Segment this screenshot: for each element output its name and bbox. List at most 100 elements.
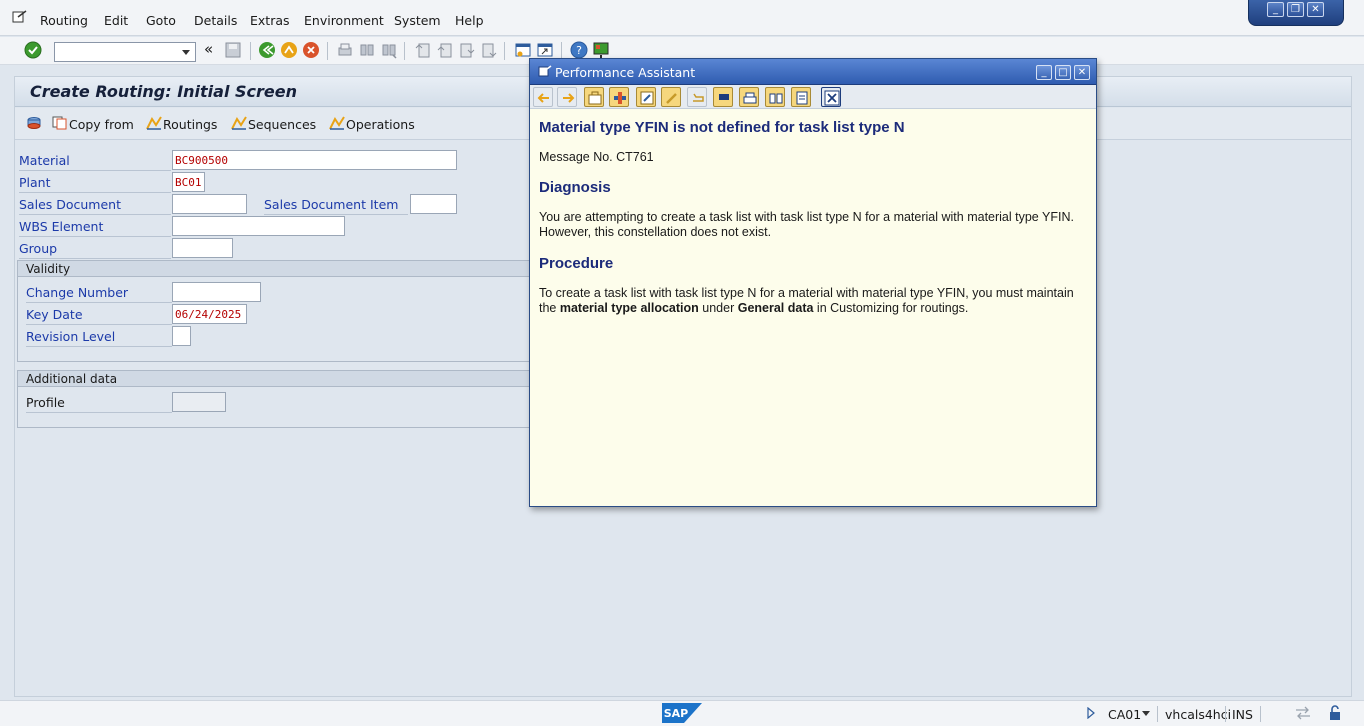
prev-page-icon[interactable] — [436, 41, 454, 59]
operation-icon[interactable] — [329, 116, 345, 130]
dialog-title-bar[interactable]: Performance Assistant _ □ ✕ — [530, 59, 1096, 85]
hand-icon[interactable] — [687, 87, 707, 107]
print-icon[interactable] — [336, 41, 354, 59]
chevron-down-icon[interactable] — [182, 50, 190, 55]
find-icon[interactable] — [358, 41, 376, 59]
wbs-element-label: WBS Element — [19, 219, 104, 234]
toolbar-separator — [404, 42, 405, 60]
menu-goto[interactable]: Goto — [146, 13, 176, 28]
close-icon[interactable]: ✕ — [1074, 65, 1090, 80]
back-double-icon[interactable]: « — [204, 40, 222, 58]
copy-from-button[interactable]: Copy from — [69, 117, 134, 132]
technical-info-icon[interactable] — [584, 87, 604, 107]
wbs-element-field[interactable] — [172, 216, 345, 236]
document-icon[interactable] — [791, 87, 811, 107]
material-field[interactable]: BC900500 — [172, 150, 457, 170]
next-page-icon[interactable] — [458, 41, 476, 59]
play-icon[interactable] — [1086, 707, 1096, 719]
toolbar-separator — [327, 42, 328, 60]
sessions-icon[interactable] — [1294, 706, 1312, 720]
help-icon[interactable]: ? — [570, 41, 588, 59]
insert-mode: INS — [1232, 707, 1253, 722]
last-page-icon[interactable] — [480, 41, 498, 59]
change-number-field[interactable] — [172, 282, 261, 302]
key-date-field[interactable]: 06/24/2025 — [172, 304, 247, 324]
sap-logo: SAP — [662, 703, 702, 723]
transaction-code: CA01 — [1108, 707, 1142, 722]
operations-button[interactable]: Operations — [346, 117, 415, 132]
routings-button[interactable]: Routings — [163, 117, 217, 132]
edit-icon[interactable] — [636, 87, 656, 107]
sales-document-field[interactable] — [172, 194, 247, 214]
menu-icon[interactable] — [12, 10, 28, 24]
menu-system[interactable]: System — [394, 13, 441, 28]
minimize-icon[interactable]: _ — [1267, 2, 1284, 17]
menu-edit[interactable]: Edit — [104, 13, 128, 28]
menu-routing[interactable]: Routing — [40, 13, 88, 28]
maximize-icon[interactable]: □ — [1055, 65, 1071, 80]
minimize-icon[interactable]: _ — [1036, 65, 1052, 80]
flag-icon[interactable] — [713, 87, 733, 107]
sales-document-item-label: Sales Document Item — [264, 197, 399, 212]
first-page-icon[interactable] — [414, 41, 432, 59]
save-icon[interactable] — [224, 41, 242, 59]
additional-data-group-title: Additional data — [18, 371, 536, 387]
shortcut-icon[interactable] — [536, 41, 554, 59]
svg-text:?: ? — [576, 44, 582, 57]
procedure-heading: Procedure — [539, 255, 614, 272]
sales-document-item-field[interactable] — [410, 194, 457, 214]
group-label: Group — [19, 241, 58, 256]
print-icon[interactable] — [739, 87, 759, 107]
change-number-label: Change Number — [26, 285, 129, 300]
label-underline — [19, 214, 171, 215]
new-session-icon[interactable] — [514, 41, 532, 59]
sequences-button[interactable]: Sequences — [248, 117, 316, 132]
enter-icon[interactable] — [24, 41, 42, 59]
validity-group: Validity Change Number Key Date 06/24/20… — [17, 260, 537, 362]
customize-layout-icon[interactable] — [592, 41, 610, 59]
menu-help[interactable]: Help — [455, 13, 484, 28]
label-underline — [26, 324, 172, 325]
find-icon[interactable] — [765, 87, 785, 107]
label-underline — [19, 170, 171, 171]
chevron-down-icon[interactable] — [1142, 711, 1150, 716]
status-separator — [1225, 706, 1226, 722]
performance-assistant-dialog: Performance Assistant _ □ ✕ Material typ… — [529, 58, 1097, 507]
menu-bar: Routing Edit Goto Details Extras Environ… — [0, 0, 1364, 36]
general-data-link[interactable]: General data — [738, 301, 814, 315]
menu-extras[interactable]: Extras — [250, 13, 290, 28]
exit-icon[interactable] — [280, 41, 298, 59]
routing-icon[interactable] — [146, 116, 162, 130]
label-underline — [26, 346, 172, 347]
sequence-icon[interactable] — [231, 116, 247, 130]
menu-details[interactable]: Details — [194, 13, 237, 28]
copy-icon[interactable] — [52, 116, 68, 130]
window-controls: _ ❐ ✕ — [1248, 0, 1344, 26]
plant-field[interactable]: BC01 — [172, 172, 205, 192]
menu-environment[interactable]: Environment — [304, 13, 384, 28]
material-type-allocation-link[interactable]: material type allocation — [560, 301, 699, 315]
forward-arrow-icon[interactable] — [557, 87, 577, 107]
cancel-icon[interactable] — [302, 41, 320, 59]
settings-icon[interactable] — [609, 87, 629, 107]
close-icon[interactable] — [821, 87, 841, 107]
close-icon[interactable]: ✕ — [1307, 2, 1324, 17]
sales-document-label: Sales Document — [19, 197, 122, 212]
key-date-label: Key Date — [26, 307, 83, 322]
restore-icon[interactable]: ❐ — [1287, 2, 1304, 17]
dialog-toolbar — [530, 85, 1096, 109]
find-next-icon[interactable] — [380, 41, 398, 59]
svg-text:SAP: SAP — [664, 707, 689, 720]
create-icon[interactable] — [26, 116, 42, 130]
command-field[interactable] — [54, 42, 196, 62]
lock-icon[interactable] — [1327, 705, 1343, 721]
back-arrow-icon[interactable] — [533, 87, 553, 107]
server-name: vhcals4hci — [1165, 707, 1232, 722]
back-icon[interactable] — [258, 41, 276, 59]
label-underline — [19, 192, 171, 193]
revision-level-field[interactable] — [172, 326, 191, 346]
pencil-icon[interactable] — [661, 87, 681, 107]
diagnosis-heading: Diagnosis — [539, 179, 611, 196]
group-field[interactable] — [172, 238, 233, 258]
additional-data-group: Additional data Profile — [17, 370, 537, 428]
